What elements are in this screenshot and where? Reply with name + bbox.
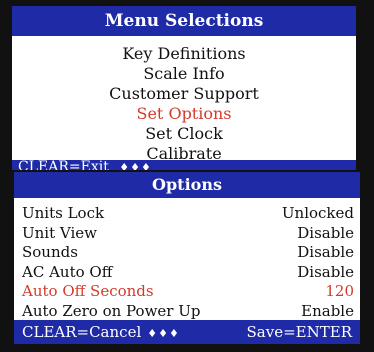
option-value: 120: [325, 282, 354, 300]
nav-arrows-icon: ♦♦♦: [119, 161, 152, 170]
menu-item-customer-support[interactable]: Customer Support: [12, 84, 356, 104]
options-title: Options: [14, 172, 360, 198]
options-list: Units Lock Unlocked Unit View Disable So…: [14, 198, 360, 321]
option-row-auto-zero-on-power-up[interactable]: Auto Zero on Power Up Enable: [22, 302, 354, 322]
option-value: Disable: [297, 223, 354, 242]
nav-arrows-icon: ♦♦♦: [147, 327, 180, 340]
menu-item-set-clock[interactable]: Set Clock: [12, 124, 356, 144]
option-label: Unit View: [22, 223, 97, 242]
option-value: Enable: [301, 301, 354, 320]
menu-item-scale-info[interactable]: Scale Info: [12, 64, 356, 84]
option-label: AC Auto Off: [22, 262, 113, 281]
option-row-auto-off-seconds[interactable]: Auto Off Seconds 120: [22, 282, 354, 302]
clear-exit-hint: CLEAR=Exit: [18, 159, 109, 170]
options-screen: Options Units Lock Unlocked Unit View Di…: [14, 172, 360, 344]
option-label: Units Lock: [22, 204, 105, 222]
option-label: Auto Zero on Power Up: [22, 301, 201, 320]
option-value: Disable: [297, 262, 354, 281]
menu-title: Menu Selections: [12, 6, 356, 36]
option-label: Sounds: [22, 243, 78, 261]
option-value: Disable: [297, 243, 354, 261]
clear-cancel-label: CLEAR=Cancel: [22, 323, 142, 341]
option-row-units-lock[interactable]: Units Lock Unlocked: [22, 204, 354, 224]
option-row-unit-view[interactable]: Unit View Disable: [22, 224, 354, 244]
menu-list: Key Definitions Scale Info Customer Supp…: [12, 36, 356, 164]
cancel-hint: CLEAR=Cancel ♦♦♦: [22, 323, 180, 341]
menu-item-set-options[interactable]: Set Options: [12, 104, 356, 124]
menu-item-key-definitions[interactable]: Key Definitions: [12, 44, 356, 64]
menu-selections-screen: Menu Selections Key Definitions Scale In…: [12, 6, 356, 170]
option-row-ac-auto-off[interactable]: AC Auto Off Disable: [22, 263, 354, 283]
option-row-sounds[interactable]: Sounds Disable: [22, 243, 354, 263]
option-value: Unlocked: [281, 204, 354, 222]
option-label: Auto Off Seconds: [22, 282, 154, 300]
options-footer: CLEAR=Cancel ♦♦♦ Save=ENTER: [14, 320, 360, 344]
save-enter-label: Save=ENTER: [246, 323, 352, 341]
menu-footer: CLEAR=Exit ♦♦♦: [12, 160, 356, 170]
